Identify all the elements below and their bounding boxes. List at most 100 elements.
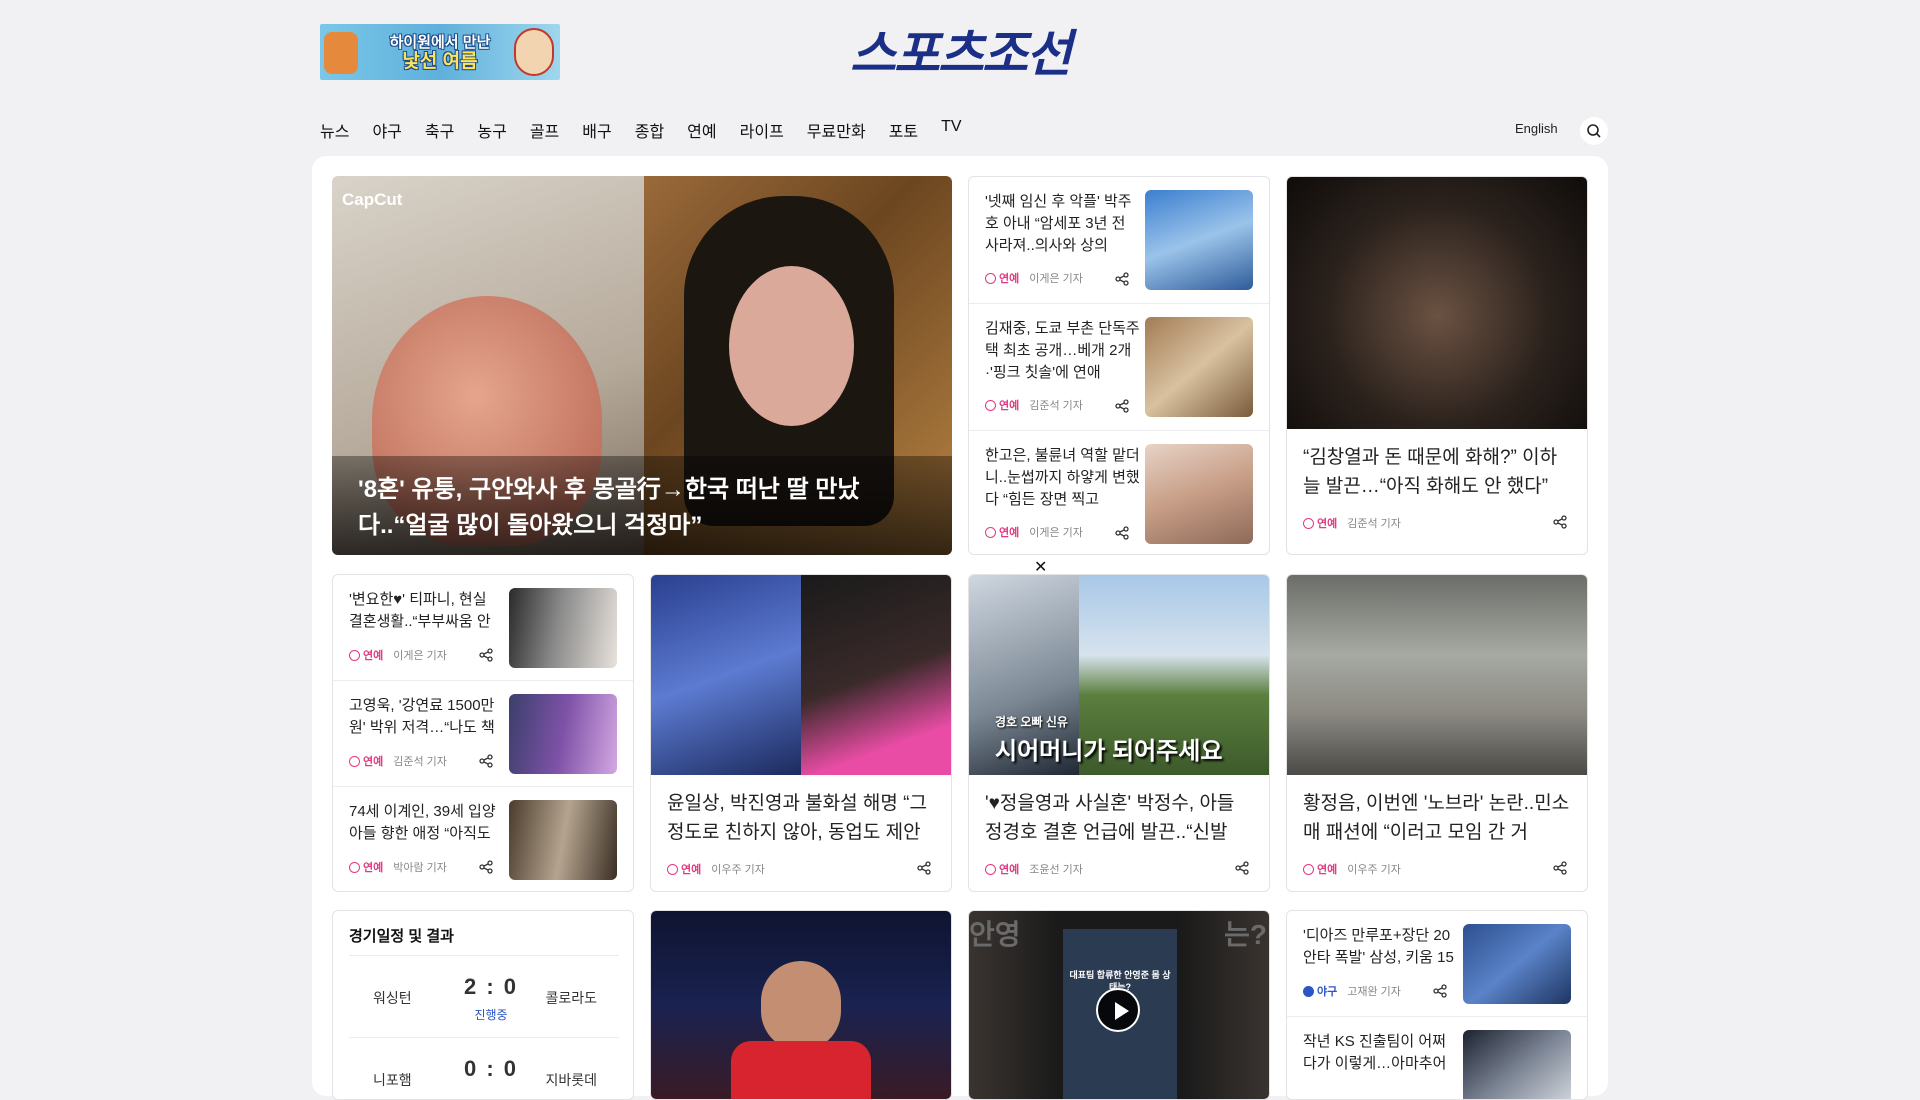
article-card[interactable]: 경호 오빠 신유 시어머니가 되어주세요 '♥정을영과 사실혼' 박정수, 아들… xyxy=(968,574,1270,892)
nav-item-volleyball[interactable]: 배구 xyxy=(582,118,611,142)
article-photo-right xyxy=(801,575,951,775)
category-label: 연예 xyxy=(681,864,702,876)
photo-caption: 시어머니가 되어주세요 xyxy=(995,738,1223,765)
play-button[interactable] xyxy=(1096,988,1140,1032)
nav-item-free-comics[interactable]: 무료만화 xyxy=(807,118,866,142)
hero-title: '8혼' 유퉁, 구안와사 후 몽골行→한국 떠난 딸 만났다..“얼굴 많이 … xyxy=(358,476,860,539)
category-icon xyxy=(985,399,996,411)
category-label: 연예 xyxy=(999,527,1020,539)
close-ad-button[interactable]: ✕ xyxy=(1034,557,1047,577)
promo-line-1: 하이원에서 만난 xyxy=(389,34,491,51)
site-header: 하이원에서 만난 낯선 여름 스포츠조선 뉴스 야구 축구 농구 골프 배구 종… xyxy=(0,0,1920,155)
nav-item-golf[interactable]: 골프 xyxy=(530,118,559,142)
article-meta: 연예 김준석 기자 xyxy=(349,753,447,769)
list-item-thumb xyxy=(1145,444,1253,544)
reporter-name: 이우주 기자 xyxy=(1347,864,1401,876)
hero-article[interactable]: CapCut '8혼' 유퉁, 구안와사 후 몽골行→한국 떠난 딸 만났다..… xyxy=(332,176,952,555)
feature-title: “김창열과 돈 때문에 화해?” 이하늘 발끈…“아직 화해도 안 했다” xyxy=(1303,447,1558,497)
article-meta: 연예 이우주 기자 xyxy=(1303,861,1401,877)
category-icon xyxy=(985,526,996,538)
article-meta: 연예 이게은 기자 xyxy=(349,647,447,663)
game-row[interactable]: 워싱턴 2 : 0 진행중 콜로라도 xyxy=(349,955,619,1037)
list-item[interactable]: 작년 KS 진출팀이 어쩌다가 이렇게…아마추어급 실 xyxy=(1287,1017,1587,1099)
article-card[interactable]: 윤일상, 박진영과 불화설 해명 “그 정도로 친하지 않아, 동업도 제안 연… xyxy=(650,574,952,892)
nav-item-soccer[interactable]: 축구 xyxy=(425,118,454,142)
category-label: 연예 xyxy=(363,650,384,662)
category-label: 연예 xyxy=(999,400,1020,412)
category-label: 연예 xyxy=(1317,864,1338,876)
promo-banner[interactable]: 하이원에서 만난 낯선 여름 xyxy=(320,24,560,80)
game-status: 진행중 xyxy=(474,1008,508,1022)
video-bg-text-2: 는? xyxy=(1224,919,1267,950)
share-icon[interactable] xyxy=(479,860,493,874)
share-icon[interactable] xyxy=(1553,861,1567,875)
nav-item-photo[interactable]: 포토 xyxy=(889,118,918,142)
category-icon xyxy=(349,649,360,661)
share-icon[interactable] xyxy=(1115,272,1129,286)
list-item[interactable]: 한고은, 불륜녀 역할 맡더니..눈썹까지 하얗게 변했다 “힘든 장면 찍고 … xyxy=(969,431,1269,554)
article-card[interactable] xyxy=(650,910,952,1100)
search-button[interactable] xyxy=(1580,117,1608,145)
nav-item-news[interactable]: 뉴스 xyxy=(320,118,349,142)
list-item-thumb xyxy=(1463,924,1571,1004)
capcut-watermark: CapCut xyxy=(342,190,403,209)
share-icon[interactable] xyxy=(917,861,931,875)
share-icon[interactable] xyxy=(1115,526,1129,540)
article-title: '♥정을영과 사실혼' 박정수, 아들 정경호 결혼 언급에 발끈..“신발 xyxy=(985,793,1235,843)
category-label: 연예 xyxy=(999,864,1020,876)
share-icon[interactable] xyxy=(479,754,493,768)
category-icon xyxy=(985,272,996,284)
nav-item-life[interactable]: 라이프 xyxy=(740,118,784,142)
list-item-thumb xyxy=(509,588,617,668)
list-item-thumb xyxy=(1145,317,1253,417)
share-icon[interactable] xyxy=(1433,984,1447,998)
nav-item-tv[interactable]: TV xyxy=(941,118,961,142)
category-icon xyxy=(349,861,360,873)
nav-item-entertainment[interactable]: 연예 xyxy=(687,118,716,142)
share-icon[interactable] xyxy=(1553,515,1567,529)
list-item-title: 작년 KS 진출팀이 어쩌다가 이렇게…아마추어급 실 xyxy=(1303,1033,1447,1072)
reporter-name: 박아람 기자 xyxy=(393,862,447,874)
list-item-title: 김재중, 도쿄 부촌 단독주택 최초 공개…베개 2개·'핑크 칫솔'에 연애 xyxy=(985,320,1140,381)
list-item-thumb xyxy=(509,694,617,774)
home-team: 니포햄 xyxy=(373,1072,412,1088)
list-item[interactable]: 김재중, 도쿄 부촌 단독주택 최초 공개…베개 2개·'핑크 칫솔'에 연애 … xyxy=(969,304,1269,431)
category-icon xyxy=(349,755,360,767)
nav-item-basketball[interactable]: 농구 xyxy=(477,118,506,142)
list-item[interactable]: '변요한♥' 티파니, 현실 결혼생활..“부부싸움 안 할 연예 이게은 기자 xyxy=(333,575,633,681)
list-item-thumb xyxy=(509,800,617,880)
list-item[interactable]: '넷째 임신 후 악플' 박주호 아내 “암세포 3년 전 사라져..의사와 상… xyxy=(969,177,1269,304)
photo-caption-small: 경호 오빠 신유 xyxy=(995,715,1068,729)
reporter-name: 김준석 기자 xyxy=(1347,518,1401,530)
article-photo xyxy=(651,911,951,1099)
news-list-1: '넷째 임신 후 악플' 박주호 아내 “암세포 3년 전 사라져..의사와 상… xyxy=(968,176,1270,555)
game-row[interactable]: 니포햄 0 : 0 지바롯데 xyxy=(349,1037,619,1099)
article-meta: 연예 이게은 기자 xyxy=(985,524,1083,540)
site-logo[interactable]: 스포츠조선 xyxy=(830,24,1090,82)
category-icon xyxy=(985,863,996,875)
article-meta: 연예 김준석 기자 xyxy=(985,397,1083,413)
list-item-title: '디아즈 만루포+장단 20안타 폭발' 삼성, 키움 15대2 xyxy=(1303,927,1454,966)
nav-item-general[interactable]: 종합 xyxy=(635,118,664,142)
article-meta: 연예 이우주 기자 xyxy=(667,861,765,877)
share-icon[interactable] xyxy=(1235,861,1249,875)
article-card[interactable]: 황정음, 이번엔 '노브라' 논란..민소매 패션에 “이러고 모임 간 거 연… xyxy=(1286,574,1588,892)
share-icon[interactable] xyxy=(479,648,493,662)
video-bg-text: 안영 xyxy=(969,919,1021,950)
list-item-title: 한고은, 불륜녀 역할 맡더니..눈썹까지 하얗게 변했다 “힘든 장면 찍고 xyxy=(985,447,1140,508)
english-link[interactable]: English xyxy=(1515,121,1558,136)
away-team: 지바롯데 xyxy=(545,1072,597,1088)
category-label: 연예 xyxy=(363,862,384,874)
category-label: 야구 xyxy=(1317,986,1338,998)
list-item[interactable]: 74세 이계인, 39세 입양 아들 향한 애정 “아직도 예 연예 박아람 기자 xyxy=(333,787,633,891)
category-label: 연예 xyxy=(999,273,1020,285)
feature-article-right[interactable]: “김창열과 돈 때문에 화해?” 이하늘 발끈…“아직 화해도 안 했다” 연예… xyxy=(1286,176,1588,555)
share-icon[interactable] xyxy=(1115,399,1129,413)
nav-item-baseball[interactable]: 야구 xyxy=(372,118,401,142)
reporter-name: 이게은 기자 xyxy=(1029,527,1083,539)
list-item[interactable]: '디아즈 만루포+장단 20안타 폭발' 삼성, 키움 15대2 야구 고재완 기… xyxy=(1287,911,1587,1017)
reporter-name: 고재완 기자 xyxy=(1347,986,1401,998)
reporter-name: 조윤선 기자 xyxy=(1029,864,1083,876)
list-item[interactable]: 고영욱, '강연료 1500만원' 박위 저격…“나도 책 연예 김준석 기자 xyxy=(333,681,633,787)
list-item-thumb xyxy=(1463,1030,1571,1099)
